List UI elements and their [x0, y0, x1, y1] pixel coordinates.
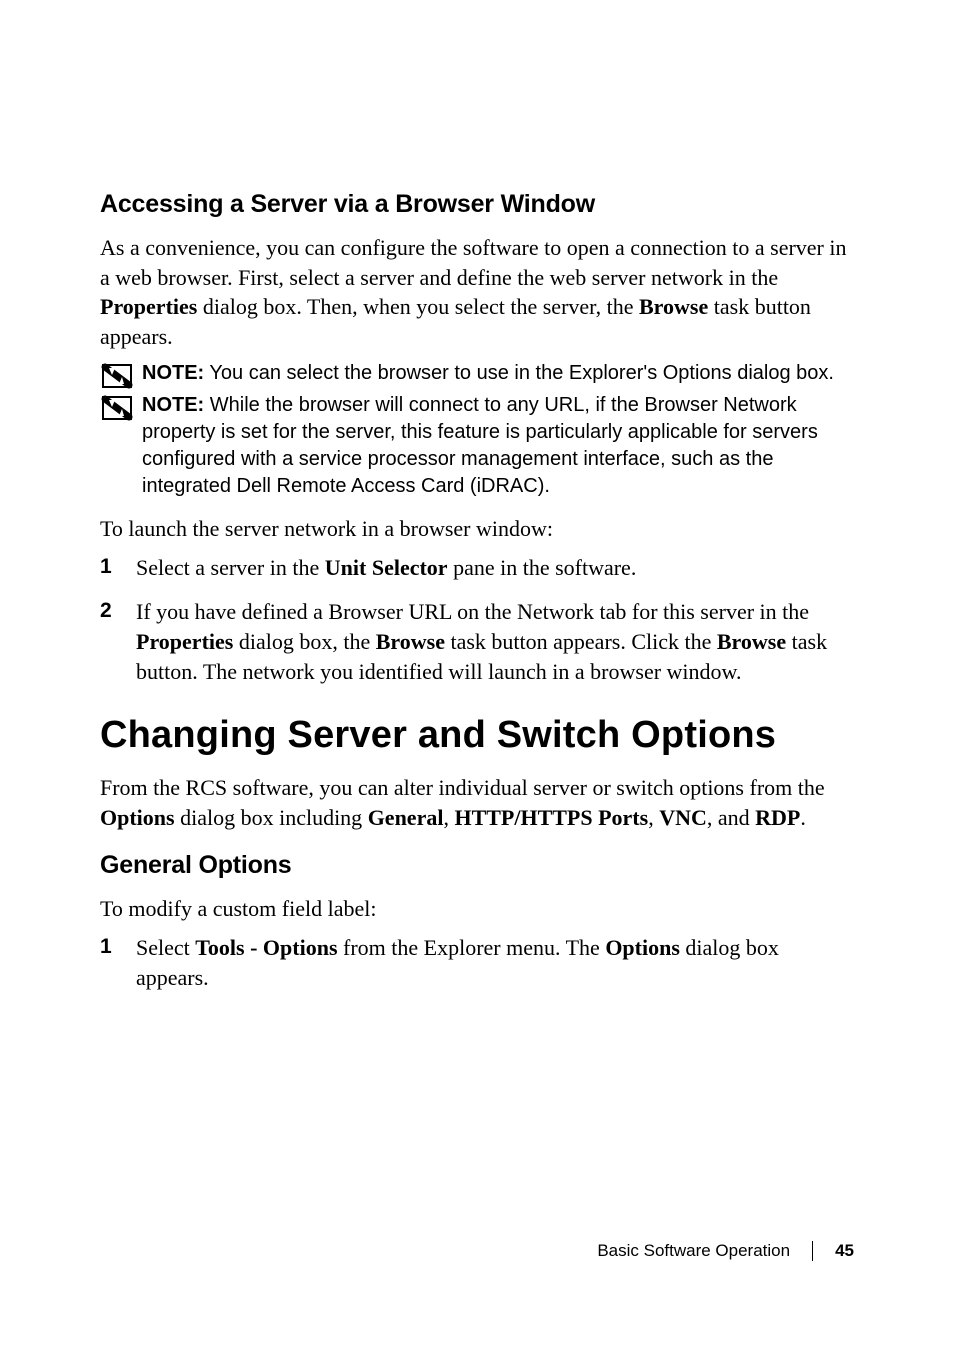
note-block-1: NOTE: You can select the browser to use … — [100, 360, 854, 390]
step-number: 1 — [100, 933, 136, 992]
sub-heading-general-options: General Options — [100, 851, 854, 880]
note-text-1: NOTE: You can select the browser to use … — [142, 360, 834, 387]
term-options: Options — [100, 805, 175, 830]
note-text-2: NOTE: While the browser will connect to … — [142, 392, 854, 500]
text: task button appears. Click the — [445, 629, 717, 654]
section1-steps: 1 Select a server in the Unit Selector p… — [100, 553, 854, 686]
note-block-2: NOTE: While the browser will connect to … — [100, 392, 854, 500]
section1-intro-steps: To launch the server network in a browse… — [100, 514, 854, 544]
term-browse: Browse — [639, 294, 708, 319]
step-body: Select Tools - Options from the Explorer… — [136, 933, 854, 992]
step-number: 1 — [100, 553, 136, 583]
note-body: While the browser will connect to any UR… — [142, 394, 818, 497]
note-label: NOTE: — [142, 394, 204, 416]
section2-intro-steps: To modify a custom field label: — [100, 894, 854, 924]
text: dialog box. Then, when you select the se… — [197, 294, 639, 319]
section1-paragraph: As a convenience, you can configure the … — [100, 233, 854, 352]
text: pane in the software. — [448, 555, 637, 580]
term-http-https-ports: HTTP/HTTPS Ports — [454, 805, 648, 830]
note-body: You can select the browser to use in the… — [204, 362, 834, 384]
page-number: 45 — [835, 1241, 854, 1261]
text: From the RCS software, you can alter ind… — [100, 775, 825, 800]
text: If you have defined a Browser URL on the… — [136, 599, 809, 624]
note-label: NOTE: — [142, 362, 204, 384]
section-heading-accessing: Accessing a Server via a Browser Window — [100, 190, 854, 219]
term-rdp: RDP — [755, 805, 800, 830]
text: , and — [707, 805, 755, 830]
text: Select a server in the — [136, 555, 325, 580]
term-browse: Browse — [376, 629, 445, 654]
text: . — [800, 805, 806, 830]
note-icon — [100, 394, 134, 422]
text: , — [648, 805, 659, 830]
term-browse: Browse — [717, 629, 786, 654]
term-tools-options: Tools - Options — [195, 935, 337, 960]
step-body: Select a server in the Unit Selector pan… — [136, 553, 636, 583]
term-vnc: VNC — [659, 805, 707, 830]
text: from the Explorer menu. The — [338, 935, 606, 960]
footer-title: Basic Software Operation — [597, 1241, 790, 1261]
text: dialog box including — [175, 805, 368, 830]
text: Select — [136, 935, 195, 960]
step-number: 2 — [100, 597, 136, 686]
list-item: 1 Select a server in the Unit Selector p… — [100, 553, 854, 583]
term-unit-selector: Unit Selector — [325, 555, 448, 580]
term-options: Options — [605, 935, 680, 960]
term-properties: Properties — [136, 629, 233, 654]
note-icon — [100, 362, 134, 390]
section2-steps: 1 Select Tools - Options from the Explor… — [100, 933, 854, 992]
section2-paragraph: From the RCS software, you can alter ind… — [100, 773, 854, 832]
term-properties: Properties — [100, 294, 197, 319]
text: As a convenience, you can configure the … — [100, 235, 847, 290]
text: dialog box, the — [233, 629, 375, 654]
list-item: 2 If you have defined a Browser URL on t… — [100, 597, 854, 686]
footer-divider — [812, 1241, 813, 1261]
page-footer: Basic Software Operation 45 — [597, 1241, 854, 1261]
term-general: General — [368, 805, 444, 830]
section-heading-changing: Changing Server and Switch Options — [100, 714, 854, 757]
text: , — [443, 805, 454, 830]
step-body: If you have defined a Browser URL on the… — [136, 597, 854, 686]
list-item: 1 Select Tools - Options from the Explor… — [100, 933, 854, 992]
